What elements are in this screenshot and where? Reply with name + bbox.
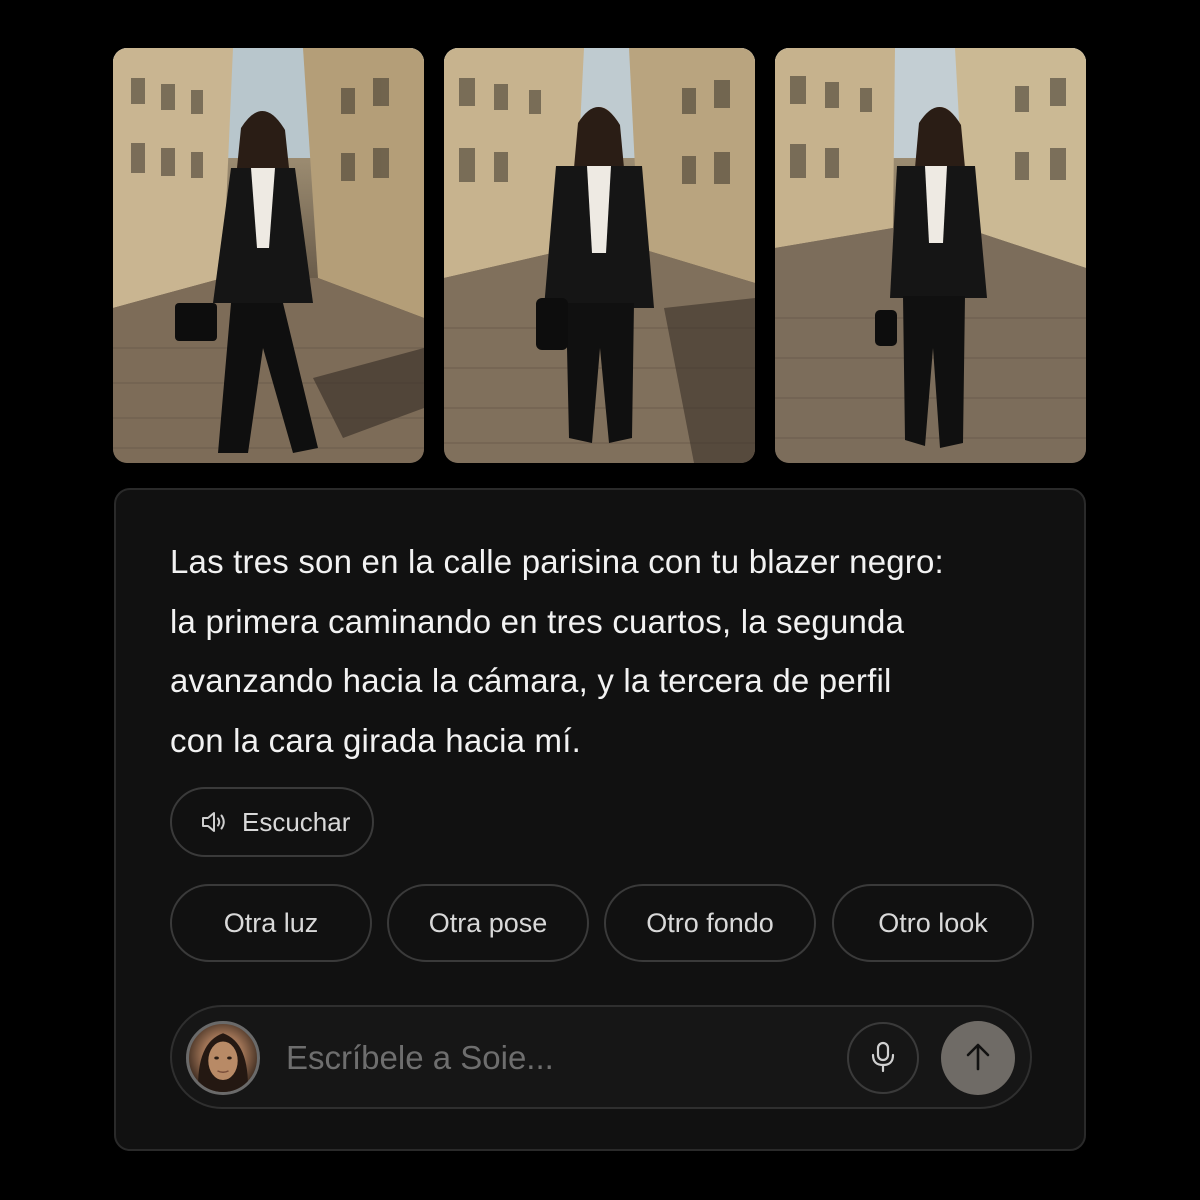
assistant-message-card: Las tres son en la calle parisina con tu…: [114, 488, 1086, 1151]
suggestion-chip-otro-fondo[interactable]: Otro fondo: [604, 884, 816, 962]
microphone-button[interactable]: [847, 1022, 919, 1094]
speaker-icon: [200, 810, 228, 834]
arrow-up-icon: [964, 1042, 992, 1075]
microphone-icon: [870, 1041, 896, 1076]
app-screen: Las tres son en la calle parisina con tu…: [0, 0, 1200, 1200]
message-input[interactable]: [286, 1033, 826, 1083]
message-composer: [170, 1005, 1032, 1109]
photo-illustration: [444, 48, 755, 463]
send-button[interactable]: [941, 1021, 1015, 1095]
suggestion-chip-otro-look[interactable]: Otro look: [832, 884, 1034, 962]
listen-label: Escuchar: [242, 806, 351, 837]
avatar[interactable]: [186, 1021, 260, 1095]
suggestion-chip-otra-pose[interactable]: Otra pose: [387, 884, 589, 962]
generated-photo-2[interactable]: [444, 48, 755, 463]
avatar-portrait: [198, 1033, 248, 1092]
photo-illustration: [113, 48, 424, 463]
suggestion-chip-otra-luz[interactable]: Otra luz: [170, 884, 372, 962]
listen-button[interactable]: Escuchar: [170, 787, 374, 857]
generated-photo-3[interactable]: [775, 48, 1086, 463]
generated-photo-1[interactable]: [113, 48, 424, 463]
photo-illustration: [775, 48, 1086, 463]
assistant-message-text: Las tres son en la calle parisina con tu…: [170, 543, 944, 759]
